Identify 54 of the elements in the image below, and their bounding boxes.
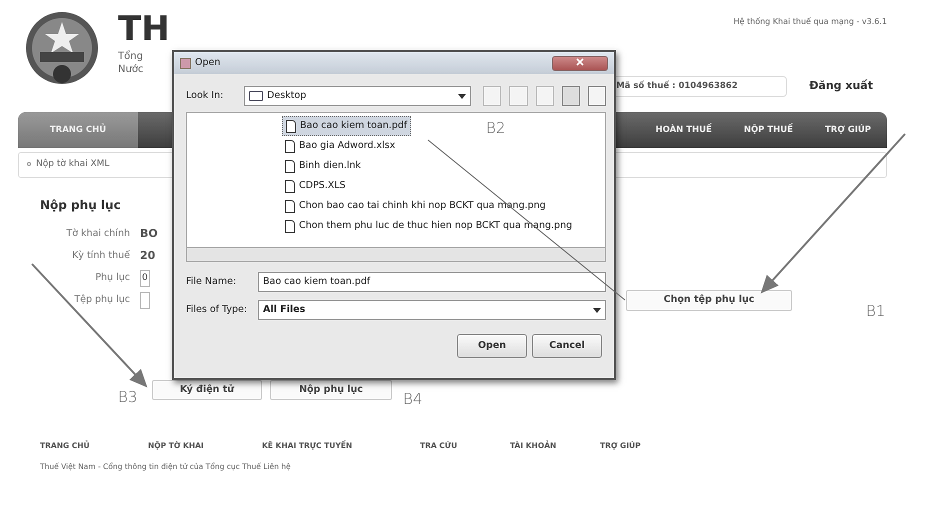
caret-icon — [458, 94, 466, 98]
document-icon — [285, 200, 295, 212]
look-in-dropdown[interactable]: Desktop — [244, 86, 472, 106]
action-button[interactable]: Ký điện tử — [152, 380, 262, 400]
close-icon — [576, 58, 584, 66]
file-item[interactable]: Bao cao kiem toan.pdf — [282, 116, 412, 136]
caret-icon — [593, 308, 601, 312]
choose-file-button[interactable]: Chọn tệp phụ lục — [626, 290, 792, 311]
file-name-label: File Name: — [185, 274, 238, 289]
bullet-icon — [27, 162, 31, 166]
nav-tab[interactable]: TRỢ GIÚP — [809, 112, 887, 148]
step-label: B4 — [403, 389, 422, 410]
app-icon — [180, 58, 191, 68]
look-in-label: Look In: — [186, 88, 224, 103]
field-label: Tờ khai chính — [65, 227, 131, 242]
field-label: Kỳ tính thuế — [71, 249, 131, 264]
file-type-label: Files of Type: — [185, 302, 248, 317]
folder-icon — [249, 91, 264, 101]
document-icon — [286, 120, 296, 132]
file-item[interactable]: Bao gia Adword.xlsx — [282, 136, 398, 156]
file-type-dropdown[interactable]: All Files — [258, 300, 606, 320]
site-subtitle: Tổng — [118, 50, 144, 63]
step-label: B2 — [486, 118, 506, 139]
dialog-button[interactable]: Open — [457, 334, 527, 358]
field-value: BO — [140, 226, 158, 242]
file-item[interactable]: Binh dien.lnk — [282, 156, 364, 176]
field-label: Phụ lục — [94, 271, 131, 286]
document-icon — [285, 180, 295, 192]
breadcrumb-link[interactable]: Nộp tờ khai XML — [36, 159, 110, 169]
document-icon — [285, 220, 295, 232]
dialog-button[interactable]: Cancel — [532, 334, 602, 358]
nav-tab[interactable]: HOÀN THUẾ — [639, 112, 728, 148]
close-button[interactable] — [552, 56, 608, 70]
input-field[interactable]: 0 — [140, 270, 150, 287]
system-version: Hệ thống Khai thuế qua mạng - v3.6.1 — [734, 16, 887, 28]
document-icon — [285, 140, 295, 152]
input-field[interactable] — [140, 292, 150, 309]
file-name-field[interactable]: Bao cao kiem toan.pdf — [258, 272, 606, 292]
site-title: TH — [118, 12, 170, 46]
nav-tab[interactable]: NỘP THUẾ — [728, 112, 809, 148]
file-item[interactable]: CDPS.XLS — [282, 176, 349, 196]
dialog-title: Open — [195, 56, 220, 70]
step-label: B3 — [118, 387, 138, 408]
field-label: Tệp phụ lục — [73, 293, 131, 308]
dropdown-value: Desktop — [267, 88, 306, 103]
field-value: 20 — [140, 248, 156, 264]
section-title: Nộp phụ lục — [40, 196, 121, 214]
logo-icon — [24, 10, 100, 86]
step-label: B1 — [866, 301, 886, 322]
logout-link[interactable]: Đăng xuất — [809, 78, 873, 95]
action-button[interactable]: Nộp phụ lục — [270, 380, 392, 400]
document-icon — [285, 160, 295, 172]
site-subtitle: Nước — [118, 63, 144, 76]
horizontal-scrollbar[interactable] — [187, 247, 605, 261]
